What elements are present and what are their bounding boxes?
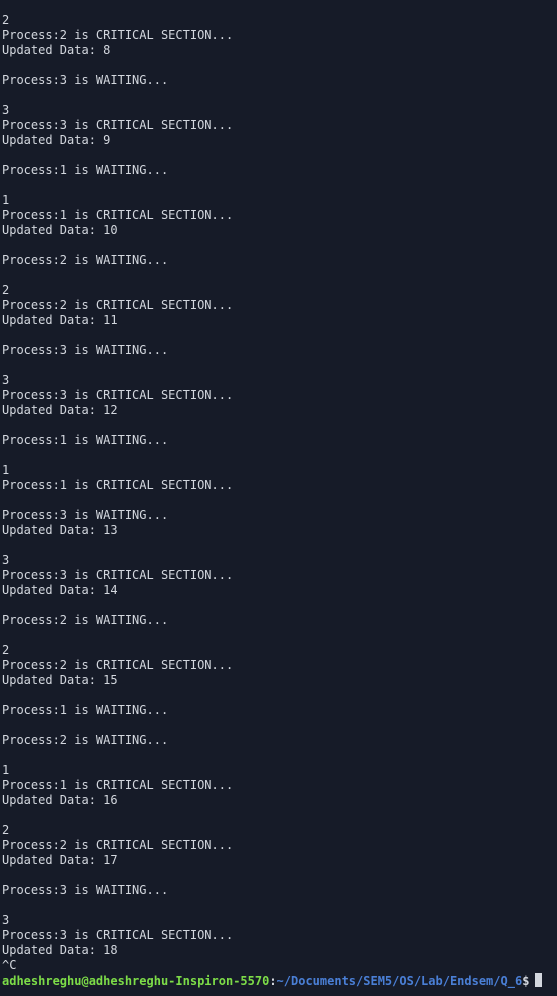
terminal-line: Process:1 is WAITING... <box>2 163 169 177</box>
terminal-line: Updated Data: 16 <box>2 793 118 807</box>
terminal-line: Updated Data: 15 <box>2 673 118 687</box>
prompt-separator: : <box>269 974 277 988</box>
terminal-line: Updated Data: 13 <box>2 523 118 537</box>
terminal-line: Process:2 is CRITICAL SECTION... <box>2 658 234 672</box>
terminal-line: 3 <box>2 103 10 117</box>
terminal-line: Process:1 is WAITING... <box>2 703 169 717</box>
terminal-line: Updated Data: 14 <box>2 583 118 597</box>
terminal-line: 1 <box>2 463 10 477</box>
terminal-output: 2 Process:2 is CRITICAL SECTION... Updated… <box>2 13 557 973</box>
terminal-line: Process:2 is WAITING... <box>2 733 169 747</box>
terminal-window[interactable]: 2 Process:2 is CRITICAL SECTION... Updated… <box>0 0 557 996</box>
terminal-line: Process:3 is CRITICAL SECTION... <box>2 568 234 582</box>
terminal-line: Process:1 is CRITICAL SECTION... <box>2 478 234 492</box>
terminal-line: Process:3 is CRITICAL SECTION... <box>2 118 234 132</box>
terminal-line: Process:2 is WAITING... <box>2 253 169 267</box>
terminal-line: Updated Data: 10 <box>2 223 118 237</box>
terminal-line: Updated Data: 8 <box>2 43 111 57</box>
terminal-line: Process:3 is WAITING... <box>2 73 169 87</box>
terminal-line: 3 <box>2 553 10 567</box>
terminal-line: Updated Data: 18 <box>2 943 118 957</box>
terminal-line: Process:3 is WAITING... <box>2 343 169 357</box>
terminal-line: Process:2 is CRITICAL SECTION... <box>2 298 234 312</box>
terminal-line: Process:1 is WAITING... <box>2 433 169 447</box>
terminal-line: 2 <box>2 13 10 27</box>
terminal-line: ^C <box>2 958 17 972</box>
shell-prompt[interactable]: adheshreghu@adheshreghu-Inspiron-5570:~/… <box>2 973 557 988</box>
terminal-line: 2 <box>2 643 10 657</box>
terminal-line: 2 <box>2 283 10 297</box>
terminal-line: 3 <box>2 373 10 387</box>
terminal-line: Process:3 is CRITICAL SECTION... <box>2 388 234 402</box>
terminal-line: 1 <box>2 763 10 777</box>
terminal-line: Updated Data: 9 <box>2 133 111 147</box>
terminal-line: Process:3 is CRITICAL SECTION... <box>2 928 234 942</box>
terminal-line: Updated Data: 11 <box>2 313 118 327</box>
prompt-symbol: $ <box>522 974 530 988</box>
text-cursor <box>535 973 543 987</box>
terminal-line: 1 <box>2 193 10 207</box>
terminal-line: 2 <box>2 823 10 837</box>
terminal-line: Updated Data: 12 <box>2 403 118 417</box>
terminal-line: Process:1 is CRITICAL SECTION... <box>2 778 234 792</box>
terminal-line: Process:2 is CRITICAL SECTION... <box>2 28 234 42</box>
terminal-line: Process:3 is WAITING... <box>2 883 169 897</box>
prompt-cwd: ~/Documents/SEM5/OS/Lab/Endsem/Q_6 <box>276 974 523 988</box>
terminal-line: Updated Data: 17 <box>2 853 118 867</box>
terminal-line: Process:1 is CRITICAL SECTION... <box>2 208 234 222</box>
terminal-line: 3 <box>2 913 10 927</box>
terminal-line: Process:3 is WAITING... <box>2 508 169 522</box>
prompt-user-host: adheshreghu@adheshreghu-Inspiron-5570 <box>2 974 270 988</box>
terminal-line: Process:2 is CRITICAL SECTION... <box>2 838 234 852</box>
terminal-line: Process:2 is WAITING... <box>2 613 169 627</box>
